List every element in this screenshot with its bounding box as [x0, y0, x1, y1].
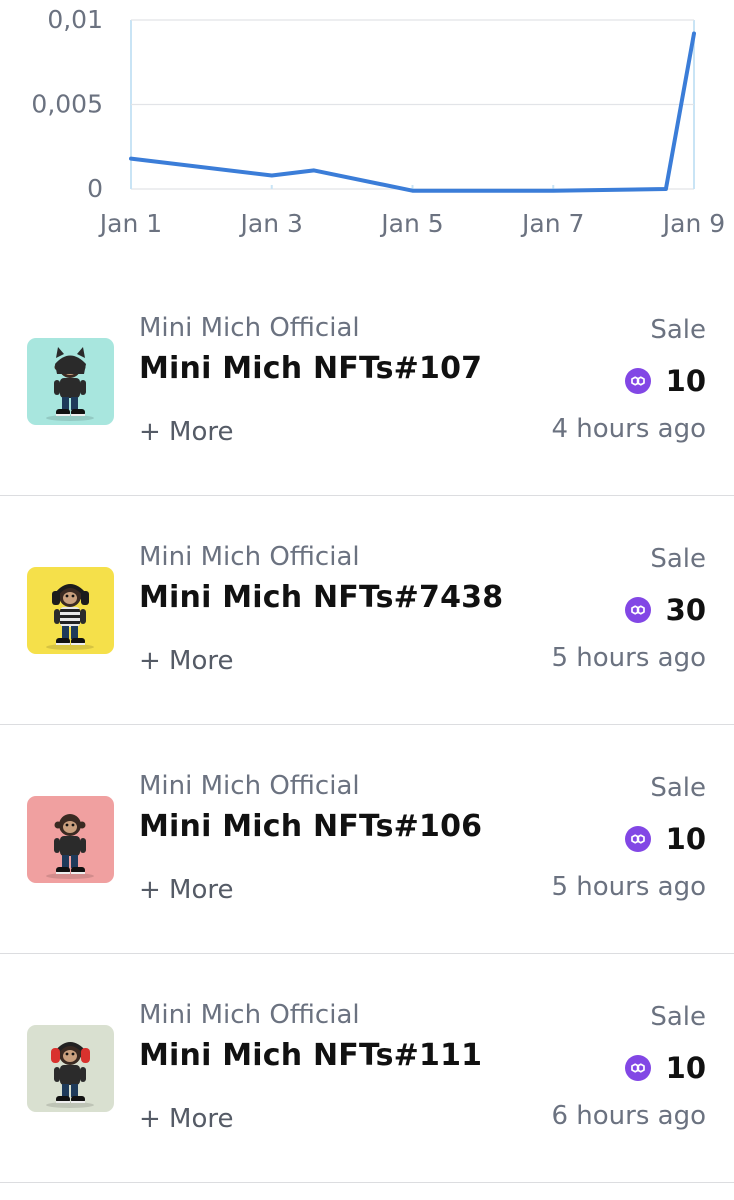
event-type-label: Sale — [650, 773, 706, 803]
price-history-chart: 0,01 0,005 0 Jan 1 Jan 3 Jan 5 Jan 7 Jan 9 — [31, 5, 725, 238]
price-value: 10 — [665, 364, 706, 398]
activity-item[interactable]: Mini Mich Official Mini Mich NFTs#106 + … — [0, 725, 734, 954]
event-type-label: Sale — [650, 315, 706, 345]
chart-y-tick-label: 0 — [87, 174, 103, 203]
price-value: 10 — [665, 1051, 706, 1085]
chart-x-tick-label: Jan 5 — [379, 209, 443, 238]
collection-name[interactable]: Mini Mich Official — [139, 771, 360, 801]
price: 10 — [624, 822, 706, 856]
nft-image — [27, 338, 114, 425]
collection-name[interactable]: Mini Mich Official — [139, 313, 360, 343]
chart-x-tick-label: Jan 3 — [239, 209, 303, 238]
chart-x-tick-label: Jan 7 — [520, 209, 584, 238]
nft-image — [27, 567, 114, 654]
chart-y-tick-label: 0,005 — [31, 90, 103, 119]
more-button[interactable]: + More — [139, 646, 234, 676]
activity-list: Mini Mich Official Mini Mich NFTs#107 + … — [0, 267, 734, 1183]
nft-name[interactable]: Mini Mich NFTs#111 — [139, 1038, 482, 1073]
nft-name[interactable]: Mini Mich NFTs#106 — [139, 809, 482, 844]
nft-name[interactable]: Mini Mich NFTs#7438 — [139, 580, 503, 615]
polygon-matic-icon — [624, 597, 651, 623]
collection-name[interactable]: Mini Mich Official — [139, 542, 360, 572]
nft-name[interactable]: Mini Mich NFTs#107 — [139, 351, 482, 386]
activity-item[interactable]: Mini Mich Official Mini Mich NFTs#111 + … — [0, 954, 734, 1183]
activity-item[interactable]: Mini Mich Official Mini Mich NFTs#7438 +… — [0, 496, 734, 725]
nft-thumbnail[interactable] — [27, 338, 114, 425]
polygon-matic-icon — [624, 368, 651, 394]
price-value: 10 — [665, 822, 706, 856]
more-button[interactable]: + More — [139, 1104, 234, 1134]
polygon-matic-icon — [624, 1055, 651, 1081]
more-button[interactable]: + More — [139, 875, 234, 905]
price: 10 — [624, 1051, 706, 1085]
chart-x-tick-label: Jan 1 — [98, 209, 162, 238]
event-type-label: Sale — [650, 1002, 706, 1032]
timestamp: 4 hours ago — [551, 414, 706, 444]
price: 10 — [624, 364, 706, 398]
nft-thumbnail[interactable] — [27, 1025, 114, 1112]
chart-y-tick-label: 0,01 — [47, 5, 103, 34]
chart-x-tick-label: Jan 9 — [661, 209, 725, 238]
nft-image — [27, 796, 114, 883]
nft-image — [27, 1025, 114, 1112]
timestamp: 6 hours ago — [551, 1101, 706, 1131]
price: 30 — [624, 593, 706, 627]
price-value: 30 — [665, 593, 706, 627]
nft-thumbnail[interactable] — [27, 567, 114, 654]
event-type-label: Sale — [650, 544, 706, 574]
timestamp: 5 hours ago — [551, 643, 706, 673]
nft-thumbnail[interactable] — [27, 796, 114, 883]
chart-series-line — [129, 31, 696, 193]
timestamp: 5 hours ago — [551, 872, 706, 902]
collection-name[interactable]: Mini Mich Official — [139, 1000, 360, 1030]
more-button[interactable]: + More — [139, 417, 234, 447]
polygon-matic-icon — [624, 826, 651, 852]
activity-item[interactable]: Mini Mich Official Mini Mich NFTs#107 + … — [0, 267, 734, 496]
